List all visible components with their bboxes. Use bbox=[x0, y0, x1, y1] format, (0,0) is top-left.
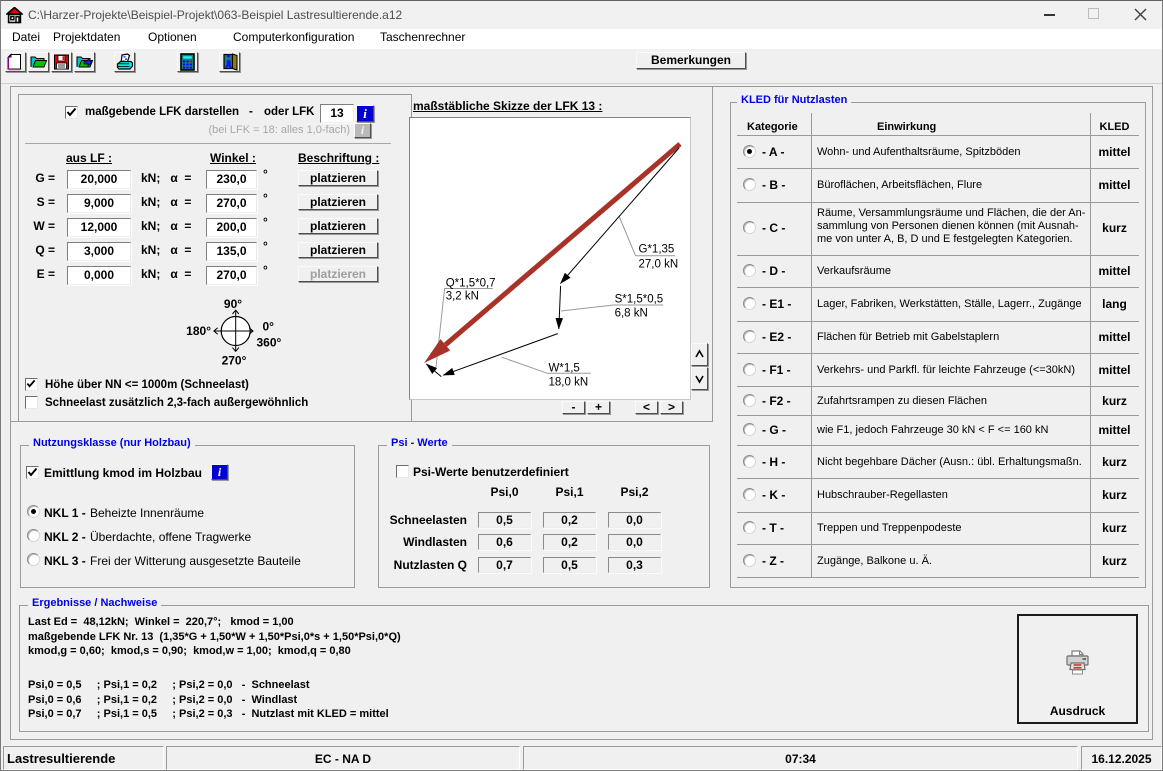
svg-text:180°: 180° bbox=[186, 324, 211, 338]
svg-text:27,0 kN: 27,0 kN bbox=[639, 259, 679, 271]
svg-text:W*1,5: W*1,5 bbox=[549, 363, 580, 375]
svg-text:270°: 270° bbox=[222, 354, 247, 368]
svg-text:360°: 360° bbox=[257, 336, 282, 350]
svg-text:0°: 0° bbox=[263, 320, 275, 334]
svg-text:G*1,35: G*1,35 bbox=[639, 244, 675, 256]
svg-text:18,0 kN: 18,0 kN bbox=[549, 377, 589, 389]
svg-text:6,8 kN: 6,8 kN bbox=[615, 308, 648, 320]
svg-text:90°: 90° bbox=[224, 297, 242, 311]
svg-text:S*1,5*0,5: S*1,5*0,5 bbox=[615, 294, 664, 306]
svg-text:3,2 kN: 3,2 kN bbox=[446, 291, 479, 303]
svg-text:Q*1,5*0,7: Q*1,5*0,7 bbox=[446, 278, 496, 290]
